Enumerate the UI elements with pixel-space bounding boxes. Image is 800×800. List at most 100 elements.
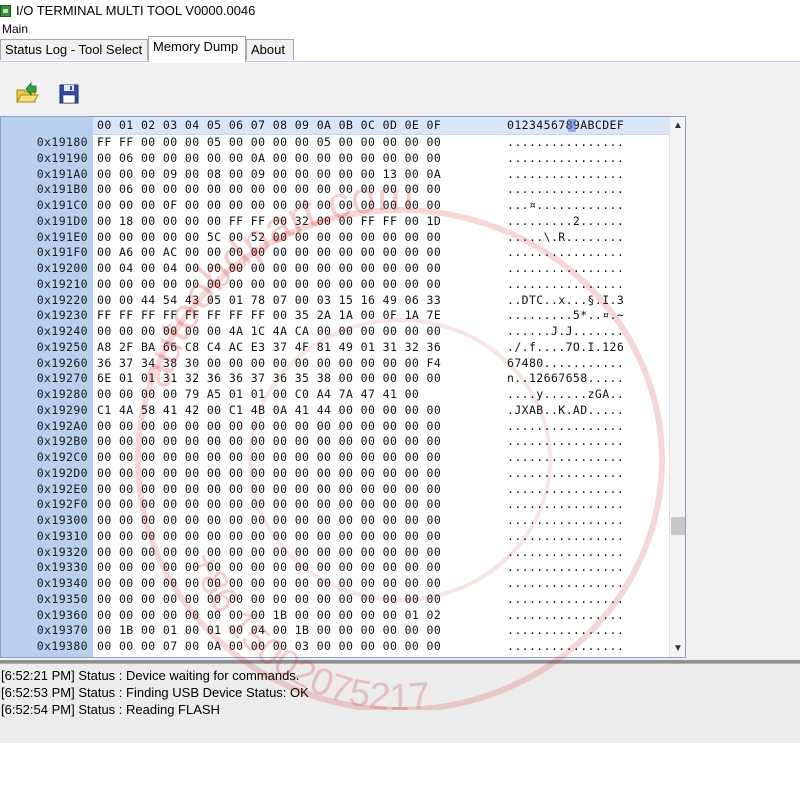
scroll-thumb[interactable] bbox=[671, 517, 685, 535]
hex-row[interactable]: 0x191A0 00 00 00 09 00 08 00 09 00 00 00 … bbox=[1, 167, 669, 183]
hex-row[interactable]: 0x19280 00 00 00 00 79 A5 01 01 00 C0 A4 … bbox=[1, 387, 669, 403]
row-ascii[interactable]: ................ bbox=[507, 513, 624, 529]
hex-row[interactable]: 0x19210 00 00 00 00 00 00 00 00 00 00 00 … bbox=[1, 277, 669, 293]
hex-row[interactable]: 0x19180 FF FF 00 00 00 05 00 00 00 00 05 … bbox=[1, 135, 669, 151]
hex-row[interactable]: 0x19220 00 00 44 54 43 05 01 78 07 00 03 … bbox=[1, 293, 669, 309]
row-hex-bytes[interactable]: 00 06 00 00 00 00 00 00 00 00 00 00 00 0… bbox=[97, 182, 441, 198]
row-ascii[interactable]: ................ bbox=[507, 182, 624, 198]
row-hex-bytes[interactable]: FF FF 00 00 00 05 00 00 00 00 05 00 00 0… bbox=[97, 135, 441, 151]
hex-row[interactable]: 0x19250 A8 2F BA 66 C8 C4 AC E3 37 4F 81 … bbox=[1, 340, 669, 356]
row-ascii[interactable]: ................ bbox=[507, 466, 624, 482]
row-hex-bytes[interactable]: 00 00 00 00 00 00 00 00 00 00 00 00 00 0… bbox=[97, 529, 441, 545]
row-ascii[interactable]: ................ bbox=[507, 560, 624, 576]
row-ascii[interactable]: ................ bbox=[507, 592, 624, 608]
row-ascii[interactable]: .........2...... bbox=[507, 214, 624, 230]
row-ascii[interactable]: ....y......zGA.. bbox=[507, 387, 624, 403]
row-ascii[interactable]: ................ bbox=[507, 245, 624, 261]
row-ascii[interactable]: ......J.J....... bbox=[507, 324, 624, 340]
row-hex-bytes[interactable]: 00 00 00 00 00 00 00 00 00 00 00 00 00 0… bbox=[97, 482, 441, 498]
hex-row[interactable]: 0x19370 00 1B 00 01 00 01 00 04 00 1B 00 … bbox=[1, 623, 669, 639]
hex-row[interactable]: 0x19330 00 00 00 00 00 00 00 00 00 00 00 … bbox=[1, 560, 669, 576]
menu-main[interactable]: Main bbox=[2, 22, 28, 36]
row-ascii[interactable]: ................ bbox=[507, 167, 624, 183]
row-ascii[interactable]: ................ bbox=[507, 529, 624, 545]
hex-row[interactable]: 0x192B0 00 00 00 00 00 00 00 00 00 00 00 … bbox=[1, 434, 669, 450]
hex-row[interactable]: 0x19290 C1 4A 58 41 42 00 C1 4B 0A 41 44 … bbox=[1, 403, 669, 419]
hex-row[interactable]: 0x191B0 00 06 00 00 00 00 00 00 00 00 00 … bbox=[1, 182, 669, 198]
row-ascii[interactable]: ................ bbox=[507, 151, 624, 167]
row-hex-bytes[interactable]: 00 A6 00 AC 00 00 00 00 00 00 00 00 00 0… bbox=[97, 245, 441, 261]
hex-row[interactable]: 0x19270 6E 01 01 31 32 36 36 37 36 35 38 … bbox=[1, 371, 669, 387]
row-hex-bytes[interactable]: 6E 01 01 31 32 36 36 37 36 35 38 00 00 0… bbox=[97, 371, 441, 387]
row-hex-bytes[interactable]: A8 2F BA 66 C8 C4 AC E3 37 4F 81 49 01 3… bbox=[97, 340, 441, 356]
hex-row[interactable]: 0x192C0 00 00 00 00 00 00 00 00 00 00 00 … bbox=[1, 450, 669, 466]
row-hex-bytes[interactable]: 00 00 00 00 00 00 00 00 1B 00 00 00 00 0… bbox=[97, 608, 441, 624]
hex-row[interactable]: 0x191E0 00 00 00 00 00 5C 00 52 00 00 00 … bbox=[1, 230, 669, 246]
row-hex-bytes[interactable]: 00 00 00 00 00 00 00 00 00 00 00 00 00 0… bbox=[97, 450, 441, 466]
scroll-up-button[interactable]: ▲ bbox=[670, 117, 685, 134]
row-ascii[interactable]: ................ bbox=[507, 608, 624, 624]
row-ascii[interactable]: 67480........... bbox=[507, 356, 624, 372]
hex-row[interactable]: 0x19320 00 00 00 00 00 00 00 00 00 00 00 … bbox=[1, 545, 669, 561]
row-ascii[interactable]: ................ bbox=[507, 639, 624, 655]
row-ascii[interactable]: ................ bbox=[507, 135, 624, 151]
row-hex-bytes[interactable]: 00 00 00 07 00 0A 00 00 00 03 00 00 00 0… bbox=[97, 639, 441, 655]
hex-row[interactable]: 0x192F0 00 00 00 00 00 00 00 00 00 00 00 … bbox=[1, 497, 669, 513]
hex-row[interactable]: 0x19360 00 00 00 00 00 00 00 00 1B 00 00 … bbox=[1, 608, 669, 624]
row-hex-bytes[interactable]: 00 00 00 00 00 00 00 00 00 00 00 00 00 0… bbox=[97, 513, 441, 529]
hex-row[interactable]: 0x191F0 00 A6 00 AC 00 00 00 00 00 00 00 … bbox=[1, 245, 669, 261]
row-hex-bytes[interactable]: C1 4A 58 41 42 00 C1 4B 0A 41 44 00 00 0… bbox=[97, 403, 441, 419]
row-ascii[interactable]: ./.f....7O.I.126 bbox=[507, 340, 624, 356]
row-hex-bytes[interactable]: 00 00 00 00 00 00 00 00 00 00 00 00 00 0… bbox=[97, 545, 441, 561]
row-ascii[interactable]: ................ bbox=[507, 261, 624, 277]
row-hex-bytes[interactable]: 00 00 00 0F 00 00 00 00 00 00 00 00 00 0… bbox=[97, 198, 441, 214]
row-hex-bytes[interactable]: 00 00 00 09 00 08 00 09 00 00 00 00 00 1… bbox=[97, 167, 441, 183]
hex-row[interactable]: 0x19260 36 37 34 38 30 00 00 00 00 00 00 … bbox=[1, 356, 669, 372]
scroll-down-button[interactable]: ▼ bbox=[670, 640, 685, 657]
row-ascii[interactable]: .JXAB..K.AD..... bbox=[507, 403, 624, 419]
row-hex-bytes[interactable]: 00 00 00 00 00 00 00 00 00 00 00 00 00 0… bbox=[97, 419, 441, 435]
row-ascii[interactable]: ................ bbox=[507, 482, 624, 498]
row-ascii[interactable]: .........5*..¤.~ bbox=[507, 308, 624, 324]
row-ascii[interactable]: ..DTC..x...§.I.3 bbox=[507, 293, 624, 309]
row-hex-bytes[interactable]: 36 37 34 38 30 00 00 00 00 00 00 00 00 0… bbox=[97, 356, 441, 372]
hex-row[interactable]: 0x191C0 00 00 00 0F 00 00 00 00 00 00 00 … bbox=[1, 198, 669, 214]
tab-about[interactable]: About bbox=[246, 39, 294, 60]
row-hex-bytes[interactable]: 00 00 00 00 00 00 00 00 00 00 00 00 00 0… bbox=[97, 277, 441, 293]
row-hex-bytes[interactable]: FF FF FF FF FF FF FF FF 00 35 2A 1A 00 0… bbox=[97, 308, 441, 324]
row-ascii[interactable]: ................ bbox=[507, 277, 624, 293]
row-hex-bytes[interactable]: 00 00 00 00 00 00 00 00 00 00 00 00 00 0… bbox=[97, 497, 441, 513]
row-hex-bytes[interactable]: 00 04 00 04 00 00 00 00 00 00 00 00 00 0… bbox=[97, 261, 441, 277]
row-hex-bytes[interactable]: 00 00 00 00 00 00 4A 1C 4A CA 00 00 00 0… bbox=[97, 324, 441, 340]
vertical-scrollbar[interactable]: ▲ ▼ bbox=[669, 117, 685, 657]
row-hex-bytes[interactable]: 00 06 00 00 00 00 00 0A 00 00 00 00 00 0… bbox=[97, 151, 441, 167]
row-ascii[interactable]: ................ bbox=[507, 434, 624, 450]
row-ascii[interactable]: ................ bbox=[507, 545, 624, 561]
row-hex-bytes[interactable]: 00 00 00 00 00 00 00 00 00 00 00 00 00 0… bbox=[97, 434, 441, 450]
hex-row[interactable]: 0x191D0 00 18 00 00 00 00 FF FF 00 32 00 … bbox=[1, 214, 669, 230]
memory-dump-view[interactable]: 00 01 02 03 04 05 06 07 08 09 0A 0B 0C 0… bbox=[0, 116, 686, 658]
row-hex-bytes[interactable]: 00 00 00 00 00 5C 00 52 00 00 00 00 00 0… bbox=[97, 230, 441, 246]
row-ascii[interactable]: ................ bbox=[507, 497, 624, 513]
row-ascii[interactable]: ................ bbox=[507, 450, 624, 466]
row-ascii[interactable]: n..12667658..... bbox=[507, 371, 624, 387]
row-ascii[interactable]: ................ bbox=[507, 419, 624, 435]
hex-row[interactable]: 0x19190 00 06 00 00 00 00 00 0A 00 00 00 … bbox=[1, 151, 669, 167]
row-hex-bytes[interactable]: 00 00 00 00 00 00 00 00 00 00 00 00 00 0… bbox=[97, 592, 441, 608]
hex-row[interactable]: 0x19300 00 00 00 00 00 00 00 00 00 00 00 … bbox=[1, 513, 669, 529]
hex-row[interactable]: 0x19340 00 00 00 00 00 00 00 00 00 00 00 … bbox=[1, 576, 669, 592]
row-hex-bytes[interactable]: 00 18 00 00 00 00 FF FF 00 32 00 00 FF F… bbox=[97, 214, 441, 230]
hex-row[interactable]: 0x19240 00 00 00 00 00 00 4A 1C 4A CA 00 … bbox=[1, 324, 669, 340]
row-ascii[interactable]: .....\.R........ bbox=[507, 230, 624, 246]
row-hex-bytes[interactable]: 00 1B 00 01 00 01 00 04 00 1B 00 00 00 0… bbox=[97, 623, 441, 639]
open-file-button[interactable] bbox=[14, 81, 40, 107]
tab-memory-dump[interactable]: Memory Dump bbox=[148, 36, 246, 62]
hex-row[interactable]: 0x19380 00 00 00 07 00 0A 00 00 00 03 00 … bbox=[1, 639, 669, 655]
hex-row[interactable]: 0x19310 00 00 00 00 00 00 00 00 00 00 00 … bbox=[1, 529, 669, 545]
hex-row[interactable]: 0x19230 FF FF FF FF FF FF FF FF 00 35 2A … bbox=[1, 308, 669, 324]
hex-row[interactable]: 0x192E0 00 00 00 00 00 00 00 00 00 00 00 … bbox=[1, 482, 669, 498]
hex-row[interactable]: 0x192D0 00 00 00 00 00 00 00 00 00 00 00 … bbox=[1, 466, 669, 482]
row-hex-bytes[interactable]: 00 00 00 00 00 00 00 00 00 00 00 00 00 0… bbox=[97, 560, 441, 576]
row-hex-bytes[interactable]: 00 00 44 54 43 05 01 78 07 00 03 15 16 4… bbox=[97, 293, 441, 309]
hex-row[interactable]: 0x19200 00 04 00 04 00 00 00 00 00 00 00 … bbox=[1, 261, 669, 277]
